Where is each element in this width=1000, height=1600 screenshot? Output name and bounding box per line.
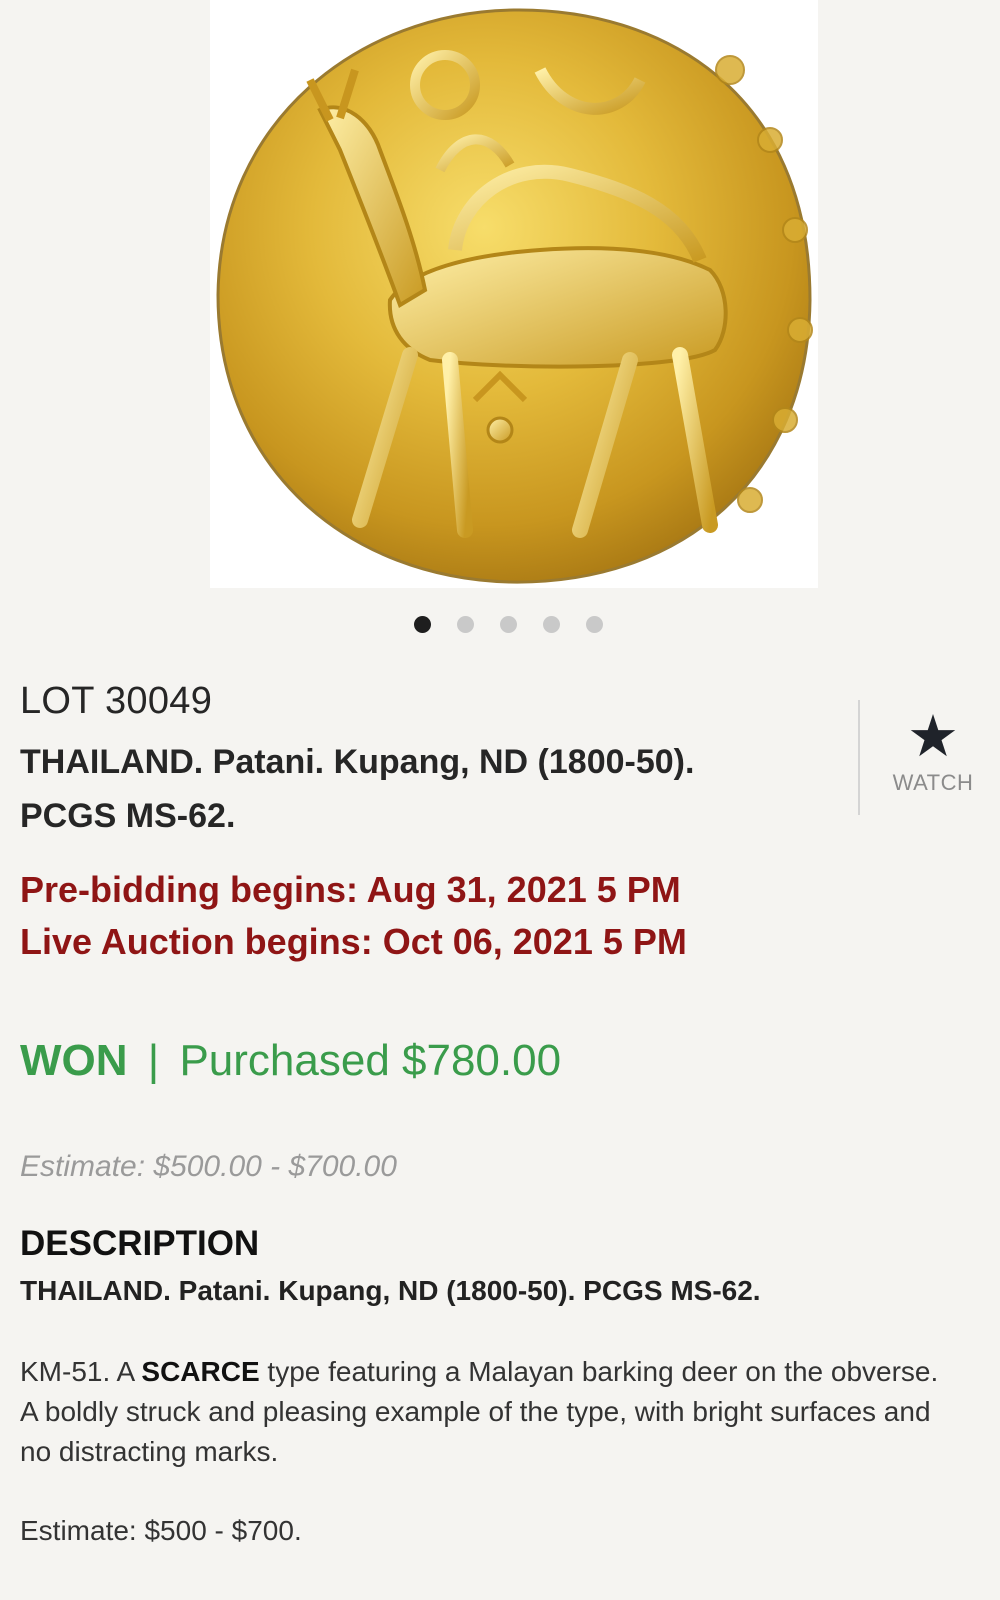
description-line-1-rest: type featuring a Malayan barking deer on… [259, 1356, 939, 1387]
auction-result: WON | Purchased $780.00 [20, 1036, 561, 1086]
live-auction-date: Live Auction begins: Oct 06, 2021 5 PM [20, 921, 687, 962]
lot-image[interactable] [210, 0, 818, 588]
purchased-price: Purchased $780.00 [179, 1036, 562, 1085]
lot-title-line-2: PCGS MS-62. [20, 797, 236, 835]
description-title: THAILAND. Patani. Kupang, ND (1800-50). … [20, 1275, 761, 1306]
watch-button[interactable]: ★ WATCH [870, 708, 996, 796]
description-line-2: A boldly struck and pleasing example of … [20, 1396, 931, 1427]
coin-image [216, 8, 813, 584]
description-prefix: KM-51. A [20, 1356, 142, 1387]
pager-dot-3[interactable] [499, 616, 517, 633]
description-heading: DESCRIPTION [20, 1224, 260, 1263]
pager-dot-5[interactable] [585, 616, 603, 633]
star-icon: ★ [907, 704, 959, 769]
description-line-1: KM-51. A SCARCE type featuring a Malayan… [20, 1352, 1000, 1392]
won-status: WON [20, 1036, 128, 1085]
lot-number: LOT 30049 [20, 680, 213, 722]
description-body: KM-51. A SCARCE type featuring a Malayan… [20, 1352, 1000, 1472]
result-separator: | [147, 1036, 160, 1085]
pager-dot-1[interactable] [413, 616, 431, 633]
watch-divider [858, 700, 860, 815]
description-line-3: no distracting marks. [20, 1436, 279, 1467]
auction-dates: Pre-bidding begins: Aug 31, 2021 5 PM Li… [20, 864, 687, 968]
description-bold-word: SCARCE [141, 1356, 260, 1387]
watch-label: WATCH [892, 770, 974, 795]
estimate-summary: Estimate: $500.00 - $700.00 [20, 1150, 397, 1183]
lot-title: THAILAND. Patani. Kupang, ND (1800-50). … [20, 735, 840, 843]
description-estimate: Estimate: $500 - $700. [20, 1515, 302, 1546]
prebidding-date: Pre-bidding begins: Aug 31, 2021 5 PM [20, 869, 681, 910]
pager-dot-2[interactable] [456, 616, 474, 633]
lot-title-line-1: THAILAND. Patani. Kupang, ND (1800-50). [20, 743, 695, 781]
image-pager [0, 616, 1000, 633]
pager-dot-4[interactable] [542, 616, 560, 633]
